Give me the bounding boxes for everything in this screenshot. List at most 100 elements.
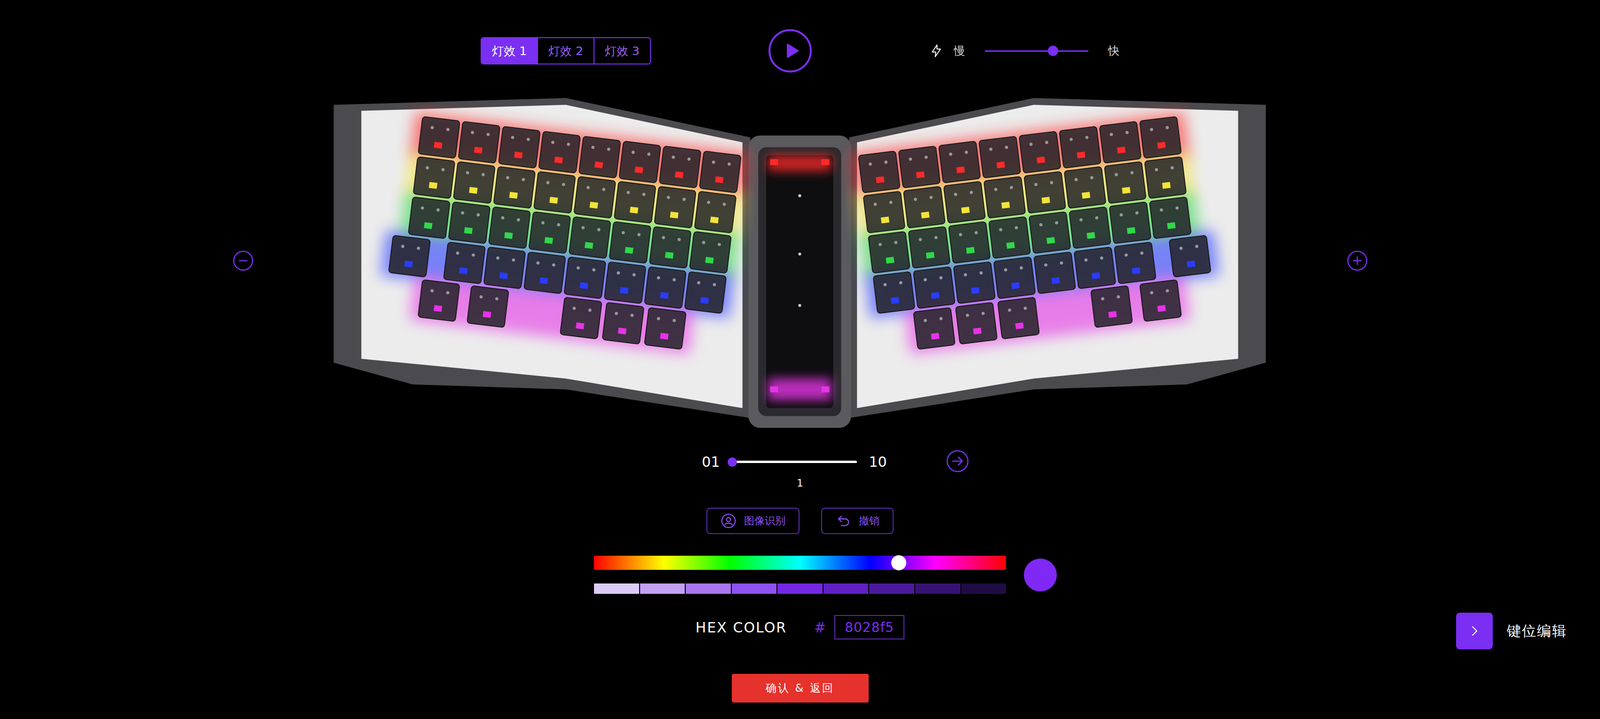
key[interactable] xyxy=(912,266,955,309)
shade-swatch[interactable] xyxy=(869,583,915,594)
key[interactable] xyxy=(448,201,491,244)
shade-swatch[interactable] xyxy=(640,583,686,594)
key[interactable] xyxy=(684,271,727,314)
key[interactable] xyxy=(912,307,955,349)
key[interactable] xyxy=(948,221,991,264)
frame-knob[interactable] xyxy=(727,457,737,467)
key[interactable] xyxy=(452,161,495,204)
effect-tab[interactable]: 灯效 2 xyxy=(537,38,594,64)
play-button[interactable] xyxy=(768,29,812,73)
key[interactable] xyxy=(443,241,485,284)
key[interactable] xyxy=(1168,235,1211,278)
key[interactable] xyxy=(488,206,531,249)
confirm-button[interactable]: 确认 & 返回 xyxy=(731,673,869,703)
key[interactable] xyxy=(578,135,621,178)
key[interactable] xyxy=(1090,285,1133,328)
effect-tab[interactable]: 灯效 3 xyxy=(593,38,650,64)
key[interactable] xyxy=(955,301,998,344)
key[interactable] xyxy=(603,261,646,304)
key[interactable] xyxy=(1063,166,1106,209)
key[interactable] xyxy=(993,256,1036,299)
action-button[interactable]: 撤销 xyxy=(821,507,894,534)
key[interactable] xyxy=(533,171,576,214)
key[interactable] xyxy=(618,141,661,183)
key[interactable] xyxy=(412,156,455,199)
shade-swatch[interactable] xyxy=(685,583,731,594)
key[interactable] xyxy=(498,126,540,168)
frame-slider[interactable] xyxy=(732,460,857,463)
key[interactable] xyxy=(1099,121,1141,164)
key[interactable] xyxy=(563,256,606,299)
key[interactable] xyxy=(1108,201,1151,244)
key[interactable] xyxy=(1028,211,1071,254)
key[interactable] xyxy=(466,285,509,328)
key[interactable] xyxy=(699,150,742,193)
key[interactable] xyxy=(483,246,526,289)
key[interactable] xyxy=(417,116,460,159)
next-frame-button[interactable] xyxy=(946,449,969,474)
key[interactable] xyxy=(867,231,910,274)
key[interactable] xyxy=(458,121,500,164)
hue-knob[interactable] xyxy=(891,554,907,571)
key[interactable] xyxy=(1023,171,1066,214)
key[interactable] xyxy=(983,176,1026,219)
shade-swatch[interactable] xyxy=(823,583,869,594)
shade-swatch[interactable] xyxy=(594,583,640,594)
key[interactable] xyxy=(908,226,951,269)
shade-swatch[interactable] xyxy=(915,583,961,594)
shade-swatch[interactable] xyxy=(731,583,777,594)
key[interactable] xyxy=(538,131,581,174)
shade-swatch[interactable] xyxy=(777,583,823,594)
key[interactable] xyxy=(988,216,1031,259)
key[interactable] xyxy=(898,145,941,188)
action-button[interactable]: 图像识别 xyxy=(706,507,800,534)
key[interactable] xyxy=(1148,196,1191,239)
key[interactable] xyxy=(902,186,945,229)
shade-swatch[interactable] xyxy=(961,583,1007,594)
key[interactable] xyxy=(568,216,611,259)
key[interactable] xyxy=(1033,251,1076,294)
key[interactable] xyxy=(417,279,460,322)
key[interactable] xyxy=(1104,161,1147,204)
key[interactable] xyxy=(523,251,566,294)
key[interactable] xyxy=(601,301,644,344)
key[interactable] xyxy=(689,231,732,274)
key[interactable] xyxy=(609,221,651,264)
key[interactable] xyxy=(649,226,691,269)
key[interactable] xyxy=(863,190,905,233)
key[interactable] xyxy=(613,181,656,223)
key[interactable] xyxy=(644,307,687,349)
key[interactable] xyxy=(408,196,451,239)
key[interactable] xyxy=(528,211,571,254)
key[interactable] xyxy=(943,181,986,223)
key[interactable] xyxy=(978,135,1021,178)
key[interactable] xyxy=(1073,246,1116,289)
key[interactable] xyxy=(1018,131,1061,174)
key[interactable] xyxy=(1069,206,1111,249)
key[interactable] xyxy=(1144,156,1187,199)
key[interactable] xyxy=(694,190,737,233)
key[interactable] xyxy=(1059,126,1101,168)
zoom-out-button[interactable] xyxy=(232,250,254,271)
key[interactable] xyxy=(559,296,602,339)
key[interactable] xyxy=(658,145,701,188)
zoom-in-button[interactable] xyxy=(1346,250,1368,271)
speed-slider[interactable] xyxy=(984,50,1089,52)
key[interactable] xyxy=(493,166,536,209)
key[interactable] xyxy=(953,261,996,304)
key[interactable] xyxy=(938,141,981,183)
key[interactable] xyxy=(997,296,1040,339)
key[interactable] xyxy=(872,271,915,314)
key[interactable] xyxy=(654,186,697,229)
speed-knob[interactable] xyxy=(1047,45,1059,56)
key[interactable] xyxy=(857,150,900,193)
effect-tab[interactable]: 灯效 1 xyxy=(481,38,538,64)
hue-slider[interactable] xyxy=(594,555,1006,570)
key[interactable] xyxy=(1139,279,1182,322)
key[interactable] xyxy=(1139,116,1182,159)
key[interactable] xyxy=(573,176,616,219)
key[interactable] xyxy=(644,266,687,309)
keymap-button[interactable] xyxy=(1456,612,1493,650)
key[interactable] xyxy=(388,235,431,278)
key[interactable] xyxy=(1114,241,1157,284)
